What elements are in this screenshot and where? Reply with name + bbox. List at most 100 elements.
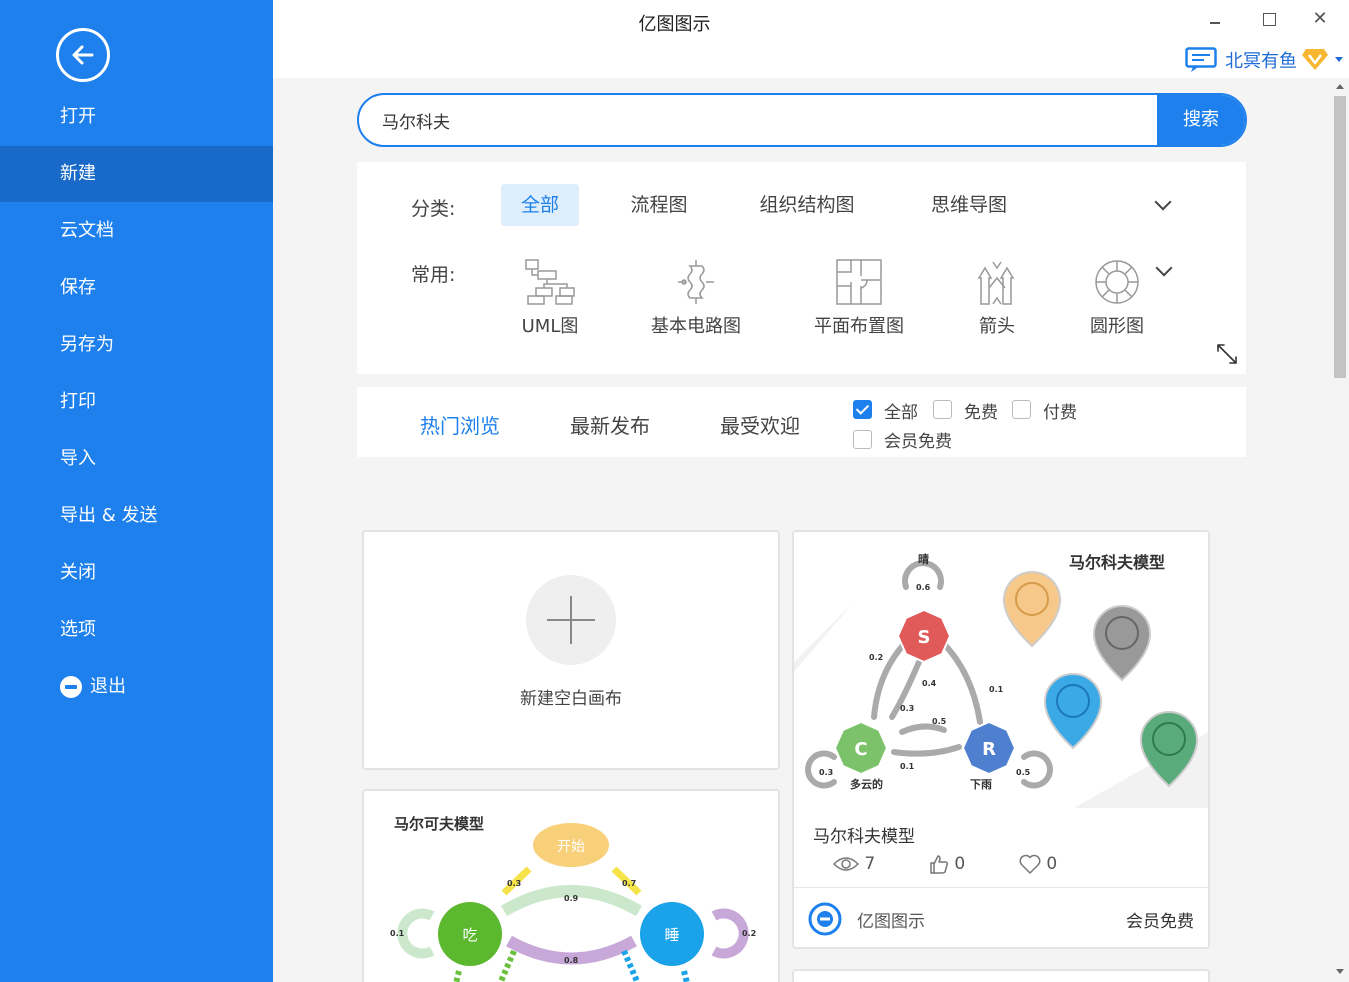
thumb-title: 马尔科夫模型 <box>1069 553 1165 572</box>
floor-plan-icon <box>836 259 882 305</box>
template-card[interactable]: 马尔可夫模型 开始 吃 睡 0.3 0.7 0.9 0.1 0.2 0.8 <box>362 789 780 982</box>
filter-paid-checkbox[interactable] <box>1012 400 1031 419</box>
node-r: R <box>982 739 996 760</box>
sidebar-item-save-as[interactable]: 另存为 <box>0 317 273 373</box>
common-item-uml[interactable]: UML图 <box>490 258 610 338</box>
common-item-label: 基本电路图 <box>651 316 741 337</box>
view-count: 7 <box>832 854 876 874</box>
template-name: 马尔科夫模型 <box>813 827 915 847</box>
card-divider <box>794 887 1208 888</box>
sidebar-item-close[interactable]: 关闭 <box>0 545 273 601</box>
start-node: 开始 <box>557 839 585 855</box>
sort-bar: 热门浏览 最新发布 最受欢迎 全部 免费 付费 会员免费 <box>357 387 1246 457</box>
filter-member-free-checkbox[interactable] <box>853 430 872 449</box>
edge-label: 0.9 <box>564 894 579 903</box>
edge-label: 0.7 <box>622 879 636 888</box>
exit-icon <box>60 676 82 698</box>
chevron-down-icon <box>1335 57 1343 62</box>
edge-label: 0.1 <box>989 685 1004 694</box>
scroll-down-arrow-icon[interactable] <box>1336 969 1344 974</box>
categories-expand-chevron-icon[interactable] <box>1154 193 1172 211</box>
template-thumbnail: 马尔可夫模型 开始 吃 睡 0.3 0.7 0.9 0.1 0.2 0.8 <box>364 791 778 982</box>
filter-all-checkbox[interactable] <box>853 400 872 419</box>
sleep-node: 睡 <box>664 926 679 944</box>
edge-label: 0.5 <box>932 717 947 726</box>
node-c: C <box>854 739 867 760</box>
common-item-label: UML图 <box>521 316 579 337</box>
sidebar-item-export-send[interactable]: 导出 & 发送 <box>0 488 273 544</box>
new-blank-canvas-card[interactable]: 新建空白画布 <box>362 530 780 770</box>
filter-paid-label: 付费 <box>1043 403 1077 423</box>
sort-tab-newest[interactable]: 最新发布 <box>570 410 650 439</box>
user-menu[interactable]: 北冥有鱼 <box>1183 44 1349 74</box>
tab-mind-map[interactable]: 思维导图 <box>917 184 1021 226</box>
vertical-scrollbar[interactable] <box>1331 78 1349 982</box>
edge-label: 0.3 <box>819 768 833 777</box>
app-title: 亿图图示 <box>638 14 711 35</box>
edge-label: 0.1 <box>900 762 915 771</box>
tab-org-chart[interactable]: 组织结构图 <box>747 184 867 226</box>
back-button[interactable] <box>56 28 110 82</box>
sidebar-item-import[interactable]: 导入 <box>0 431 273 487</box>
user-name: 北冥有鱼 <box>1225 51 1297 72</box>
edge-label: 0.6 <box>916 583 931 592</box>
common-item-circuit[interactable]: 基本电路图 <box>636 258 756 338</box>
template-thumbnail: 马尔科夫模型 S C R 晴 多云的 下雨 0.6 0.2 0.4 0.1 0.… <box>794 532 1208 808</box>
edge-label: 0.5 <box>1016 768 1031 777</box>
edge-label: 0.3 <box>507 879 521 888</box>
search-input[interactable] <box>359 95 1155 145</box>
tab-flowchart[interactable]: 流程图 <box>615 184 703 226</box>
like-count[interactable]: 0 <box>929 854 965 874</box>
common-item-label: 平面布置图 <box>814 316 904 337</box>
sidebar-item-save[interactable]: 保存 <box>0 260 273 316</box>
scroll-thumb[interactable] <box>1334 96 1346 378</box>
filter-member-free-label: 会员免费 <box>884 432 952 452</box>
new-blank-canvas-label: 新建空白画布 <box>520 689 622 709</box>
filter-all-label: 全部 <box>884 403 918 423</box>
expand-panel-icon[interactable] <box>1215 342 1239 366</box>
edge-label: 0.1 <box>390 929 405 938</box>
common-label: 常用: <box>411 264 456 286</box>
price-badge: 会员免费 <box>1126 912 1194 932</box>
sidebar-item-print[interactable]: 打印 <box>0 374 273 430</box>
exit-label: 退出 <box>90 676 126 697</box>
template-card[interactable] <box>792 969 1210 982</box>
circular-diagram-icon <box>1095 260 1139 304</box>
circuit-icon <box>678 260 714 304</box>
sidebar-item-new[interactable]: 新建 <box>0 146 273 202</box>
common-item-floor-plan[interactable]: 平面布置图 <box>799 258 919 338</box>
edge-label: 0.3 <box>900 704 914 713</box>
favorite-count[interactable]: 0 <box>1019 854 1057 874</box>
maximize-button[interactable] <box>1256 8 1282 30</box>
sidebar-item-options[interactable]: 选项 <box>0 602 273 658</box>
thumb-title: 马尔可夫模型 <box>394 815 484 833</box>
sidebar-item-exit[interactable]: 退出 <box>0 659 273 715</box>
filter-free-checkbox[interactable] <box>933 400 952 419</box>
plus-icon <box>526 575 616 665</box>
thumbs-up-icon <box>930 855 949 874</box>
close-button[interactable]: ✕ <box>1307 8 1333 30</box>
scroll-up-arrow-icon[interactable] <box>1336 84 1344 89</box>
minimize-button[interactable] <box>1203 8 1229 30</box>
main-content: 搜索 分类: 全部 流程图 组织结构图 思维导图 常用: UML图 <box>273 78 1331 982</box>
sidebar-item-open[interactable]: 打开 <box>0 89 273 145</box>
tab-all[interactable]: 全部 <box>501 184 579 226</box>
template-card[interactable]: 马尔科夫模型 S C R 晴 多云的 下雨 0.6 0.2 0.4 0.1 0.… <box>792 530 1210 949</box>
common-item-label: 圆形图 <box>1090 316 1144 337</box>
arrow-shapes-icon <box>977 261 1015 305</box>
title-bar: 亿图图示 ✕ 北冥有鱼 <box>273 0 1349 78</box>
sidebar-item-cloud-docs[interactable]: 云文档 <box>0 203 273 259</box>
edge-label: 0.8 <box>564 956 579 965</box>
view-count-value: 7 <box>864 854 876 874</box>
eye-icon <box>832 857 860 871</box>
node-c-name: 多云的 <box>850 777 883 791</box>
uml-icon <box>525 259 575 305</box>
search-button[interactable]: 搜索 <box>1157 95 1245 145</box>
author-name: 亿图图示 <box>857 912 925 932</box>
edge-label: 0.4 <box>922 679 937 688</box>
common-item-arrows[interactable]: 箭头 <box>937 258 1057 338</box>
sort-tab-popular[interactable]: 热门浏览 <box>420 410 500 439</box>
favorite-count-value: 0 <box>1046 854 1058 874</box>
sort-tab-favorite[interactable]: 最受欢迎 <box>720 410 800 439</box>
sidebar: 打开 新建 云文档 保存 另存为 打印 导入 导出 & 发送 关闭 选项 退出 <box>0 0 273 982</box>
